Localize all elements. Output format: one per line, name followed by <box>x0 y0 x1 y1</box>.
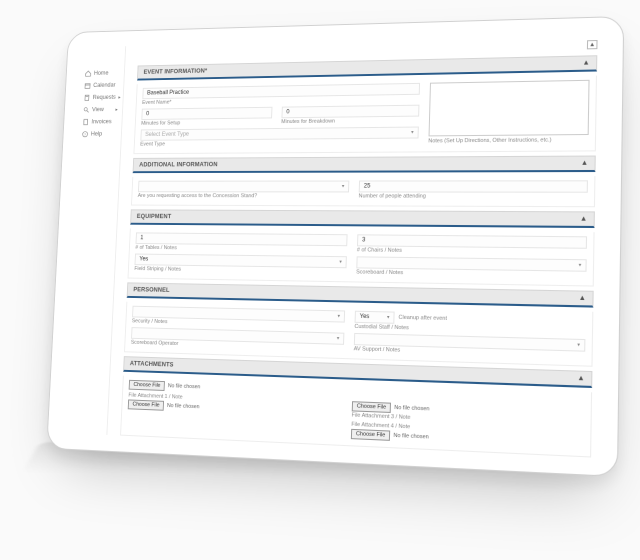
panel-event-info: Baseball Practice Event Name* 0 Minutes … <box>133 76 597 155</box>
chevron-up-icon: ▲ <box>589 42 595 48</box>
sidebar-item-view[interactable]: View ▸ <box>82 103 119 116</box>
event-type-select[interactable]: Select Event Type▾ <box>140 127 418 141</box>
sidebar-label: View <box>92 106 104 113</box>
chevron-down-icon: ▾ <box>387 314 390 320</box>
choose-file-button[interactable]: Choose File <box>352 401 392 413</box>
attending-input[interactable]: 25 <box>359 180 588 192</box>
sidebar-item-calendar[interactable]: Calendar <box>83 79 120 92</box>
chevron-up-icon: ▲ <box>577 375 585 383</box>
app-screen: Home Calendar Requests ▸ View ▸ <box>60 34 608 458</box>
chevron-right-icon: ▸ <box>115 107 118 113</box>
sidebar-item-home[interactable]: Home <box>84 67 121 80</box>
breakdown-minutes-input[interactable]: 0 <box>281 105 419 119</box>
section-header-equipment[interactable]: EQUIPMENT ▲ <box>130 209 595 228</box>
chevron-down-icon: ▾ <box>342 184 345 190</box>
help-icon: ? <box>82 131 88 138</box>
tables-label: # of Tables / Notes <box>135 245 347 253</box>
chairs-label: # of Chairs / Notes <box>357 247 587 256</box>
notes-caption: Notes (Set Up Directions, Other Instruct… <box>428 137 588 144</box>
event-type-label: Event Type <box>140 139 418 147</box>
chevron-up-icon: ▲ <box>578 295 586 302</box>
breakdown-minutes-label: Minutes for Breakdown <box>281 118 419 125</box>
choose-file-button[interactable]: Choose File <box>129 380 166 391</box>
panel-equipment: 1 # of Tables / Notes 3 # of Chairs / No… <box>128 229 595 287</box>
section-title: ADDITIONAL INFORMATION <box>139 161 218 168</box>
panel-personnel: ▾ Security / Notes Yes▾ Cleanup after ev… <box>124 302 593 367</box>
chevron-down-icon: ▾ <box>337 336 340 342</box>
tables-input[interactable]: 1 <box>136 232 348 246</box>
request-icon <box>84 94 90 101</box>
no-file-text: No file chosen <box>168 383 201 390</box>
chevron-down-icon: ▾ <box>337 313 340 319</box>
home-icon <box>85 70 91 77</box>
chevron-up-icon: ▲ <box>581 160 589 167</box>
section-header-additional[interactable]: ADDITIONAL INFORMATION ▲ <box>133 156 596 174</box>
panel-attachments: Choose File No file chosen File Attachme… <box>120 376 592 458</box>
chevron-up-icon: ▲ <box>582 59 590 66</box>
setup-minutes-input[interactable]: 0 <box>141 107 272 120</box>
sidebar-item-help[interactable]: ? Help <box>81 128 118 141</box>
collapse-toggle[interactable]: ▲ <box>587 40 598 49</box>
sidebar-label: Invoices <box>91 118 111 125</box>
sidebar-label: Requests <box>92 94 115 101</box>
no-file-text: No file chosen <box>393 433 429 441</box>
sidebar-label: Help <box>91 131 103 138</box>
search-icon <box>83 107 89 114</box>
section-title: EQUIPMENT <box>137 213 172 220</box>
invoice-icon <box>82 119 88 126</box>
cleanup-desc: Cleanup after event <box>398 315 585 326</box>
no-file-text: No file chosen <box>394 405 429 413</box>
concession-select[interactable]: ▾ <box>138 181 349 193</box>
sidebar-label: Calendar <box>93 82 116 89</box>
no-file-text: No file chosen <box>167 403 200 410</box>
chevron-down-icon: ▾ <box>579 262 582 268</box>
concession-label: Are you requesting access to the Concess… <box>138 193 349 199</box>
notes-textarea[interactable] <box>428 80 589 137</box>
choose-file-button[interactable]: Choose File <box>128 399 165 410</box>
chevron-up-icon: ▲ <box>580 215 588 222</box>
choose-file-button[interactable]: Choose File <box>351 429 391 441</box>
sidebar-label: Home <box>94 70 109 77</box>
tablet-frame: Home Calendar Requests ▸ View ▸ <box>46 16 624 477</box>
attending-label: Number of people attending <box>358 193 587 200</box>
section-title: PERSONNEL <box>133 286 170 293</box>
setup-minutes-label: Minutes for Setup <box>141 119 272 126</box>
chairs-input[interactable]: 3 <box>357 234 587 248</box>
panel-additional: ▾ Are you requesting access to the Conce… <box>131 176 595 207</box>
chevron-down-icon: ▾ <box>339 259 342 265</box>
chevron-down-icon: ▾ <box>411 130 414 136</box>
calendar-icon <box>84 82 90 89</box>
svg-text:?: ? <box>84 133 86 137</box>
main-form: ▲ EVENT INFORMATION* ▲ Baseball Practice… <box>107 34 608 458</box>
chevron-down-icon: ▾ <box>577 342 580 348</box>
cleanup-select[interactable]: Yes▾ <box>355 311 395 324</box>
section-title: EVENT INFORMATION* <box>143 68 207 76</box>
chevron-right-icon: ▸ <box>118 94 121 100</box>
sidebar-item-invoices[interactable]: Invoices <box>81 116 118 129</box>
section-title: ATTACHMENTS <box>130 360 174 368</box>
sidebar-item-requests[interactable]: Requests ▸ <box>83 91 120 104</box>
